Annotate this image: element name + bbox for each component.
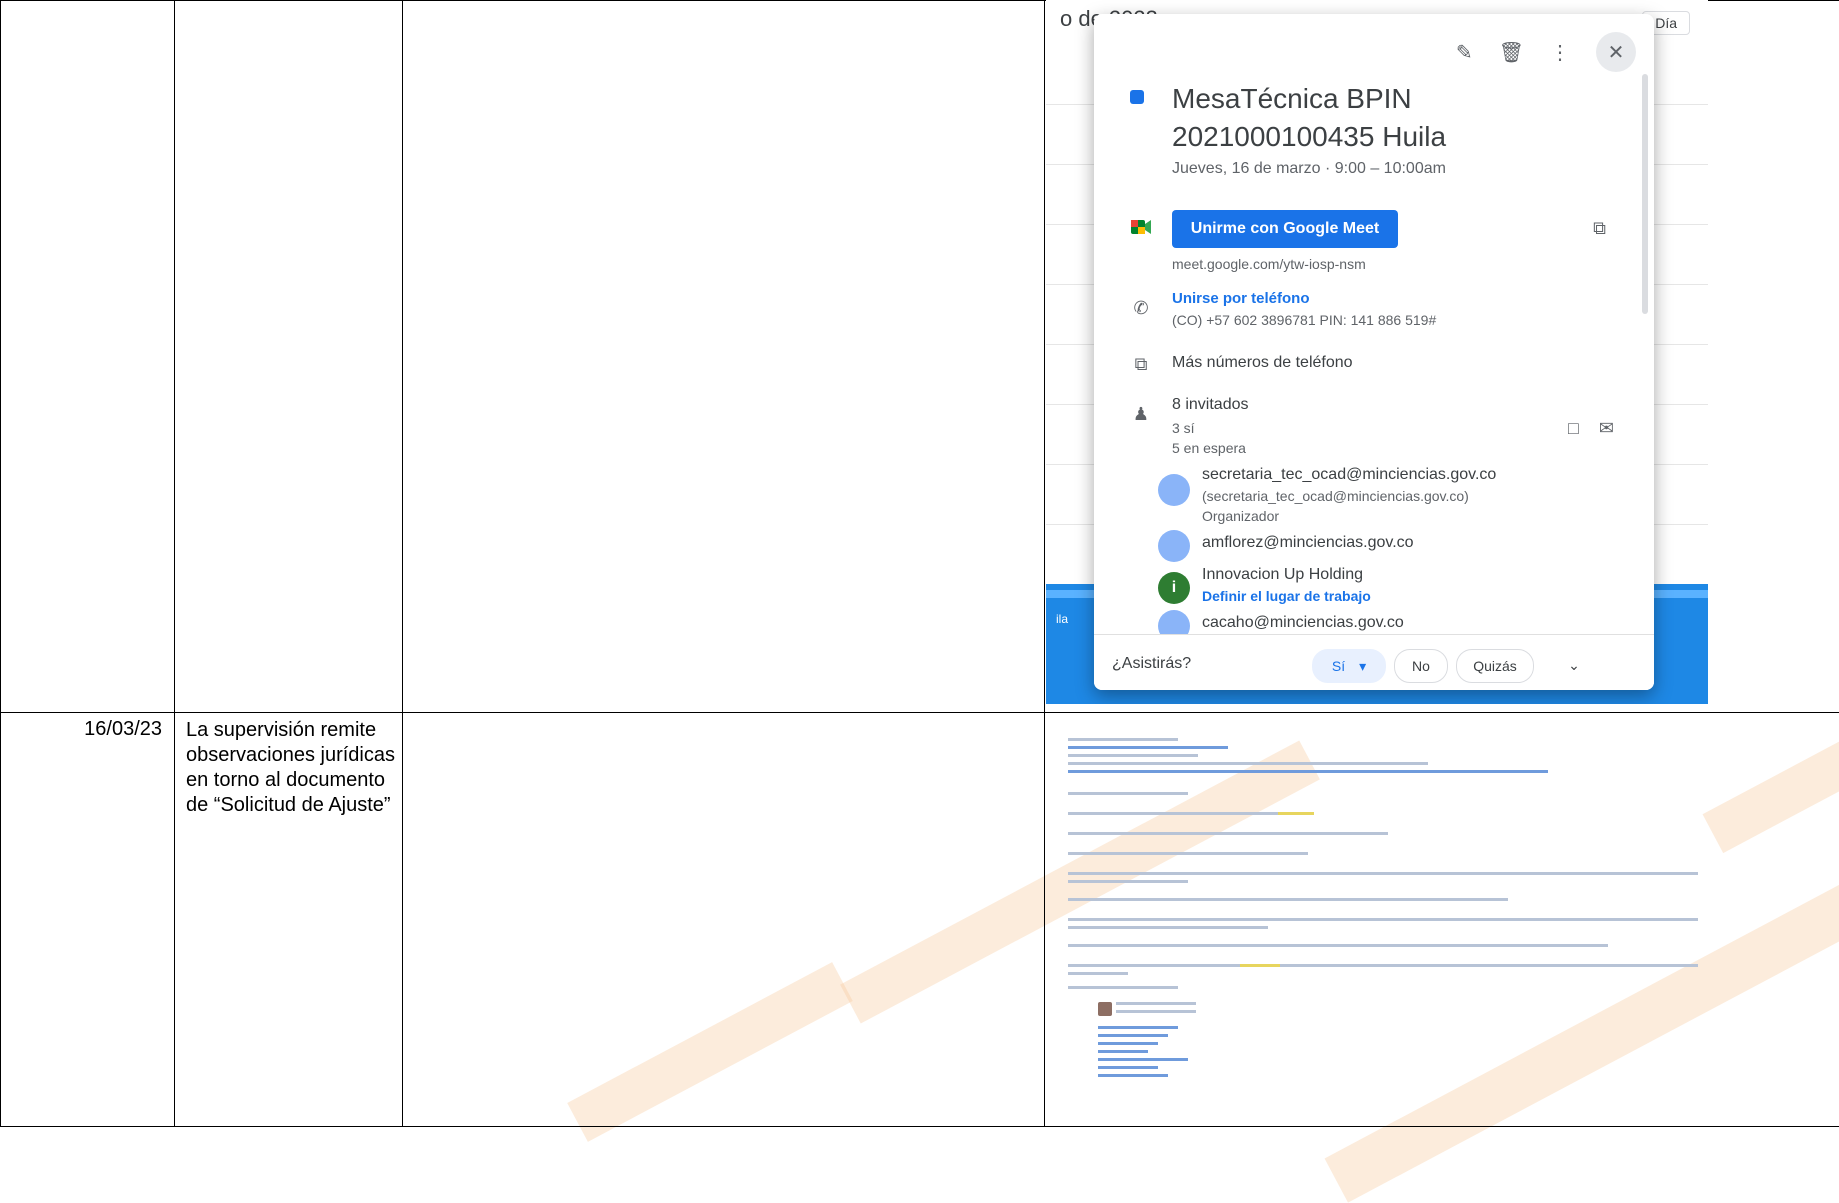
email-text-line — [1098, 1066, 1158, 1069]
email-text-line — [1098, 1034, 1168, 1037]
edit-icon[interactable]: ✎ — [1456, 40, 1473, 65]
rsvp-bar: ¿Asistirás? Sí ▾ No Quizás ⌄ — [1094, 634, 1654, 690]
popup-actions: ✎ 🗑 ⋮ ✕ — [1456, 32, 1636, 72]
ministry-logo-icon — [1098, 1002, 1112, 1016]
rsvp-yes-label: Sí — [1331, 658, 1346, 674]
email-text-line — [1116, 1010, 1196, 1013]
email-text-line — [1068, 964, 1698, 967]
email-text-line — [1068, 926, 1268, 929]
guest-name: amflorez@minciencias.gov.co — [1202, 534, 1414, 551]
email-text-line — [1068, 770, 1548, 773]
email-text-line — [1240, 964, 1280, 967]
guest-email: (secretaria_tec_ocad@minciencias.gov.co) — [1202, 488, 1469, 504]
chat-icon[interactable]: □ — [1568, 418, 1579, 439]
table-cell-description: La supervisión remite observaciones jurí… — [186, 719, 395, 816]
email-text-line — [1068, 738, 1178, 741]
event-title: MesaTécnica BPIN 2021000100435 Huila — [1172, 83, 1447, 152]
email-text-line — [1068, 918, 1698, 921]
email-text-line — [1068, 746, 1228, 749]
copy-icon[interactable]: ⧉ — [1593, 218, 1606, 239]
guest-name: cacaho@minciencias.gov.co — [1202, 614, 1404, 631]
people-icon: ♟ — [1132, 404, 1150, 424]
email-text-line — [1068, 898, 1508, 901]
table-row-divider — [0, 712, 1839, 713]
guest-name: secretaria_tec_ocad@minciencias.gov.co — [1202, 466, 1497, 483]
guest-actions: □ ✉ — [1568, 418, 1614, 439]
avatar — [1158, 474, 1190, 506]
trash-icon[interactable]: 🗑 — [1499, 40, 1524, 65]
event-block-label: ila — [1056, 612, 1069, 626]
email-text-line — [1278, 812, 1314, 815]
more-vert-icon[interactable]: ⋮ — [1550, 40, 1570, 65]
phone-icon: ✆ — [1133, 298, 1149, 318]
table-border-left — [0, 0, 1, 1127]
close-button[interactable]: ✕ — [1596, 32, 1636, 72]
rsvp-question: ¿Asistirás? — [1112, 655, 1192, 672]
event-datetime: Jueves, 16 de marzo · 9:00 – 10:00am — [1172, 160, 1446, 177]
email-text-line — [1068, 852, 1308, 855]
watermark-stripe — [567, 962, 853, 1142]
join-by-phone-link[interactable]: Unirse por teléfono — [1172, 290, 1310, 307]
guests-count: 8 invitados — [1172, 396, 1249, 413]
more-phone-numbers-link[interactable]: Más números de teléfono — [1172, 354, 1353, 372]
email-text-line — [1068, 832, 1388, 835]
chevron-down-icon[interactable]: ▾ — [1359, 658, 1366, 675]
avatar: i — [1158, 572, 1190, 604]
open-external-icon: ⧉ — [1134, 354, 1148, 374]
google-meet-icon — [1128, 218, 1154, 241]
email-text-line — [1116, 1002, 1196, 1005]
email-text-line — [1068, 944, 1608, 947]
avatar — [1158, 530, 1190, 562]
email-text-line — [1068, 972, 1128, 975]
email-text-line — [1098, 1026, 1178, 1029]
email-text-line — [1068, 880, 1188, 883]
email-text-line — [1098, 1058, 1188, 1061]
watermark-stripe — [1702, 710, 1839, 854]
join-meet-button[interactable]: Unirme con Google Meet — [1172, 210, 1398, 248]
event-color-icon — [1130, 90, 1144, 104]
rsvp-yes-button[interactable]: Sí ▾ — [1312, 649, 1386, 683]
table-cell-date: 16/03/23 — [84, 718, 162, 740]
calendar-screenshot: o de 2023 ⚲ ⓘ ⚙ Día ila ✎ 🗑 ⋮ ✕ MesaTécn… — [1046, 0, 1708, 704]
table-border — [1044, 0, 1045, 1127]
rsvp-no-button[interactable]: No — [1394, 649, 1448, 683]
close-icon: ✕ — [1607, 41, 1625, 64]
email-screenshot — [1054, 730, 1714, 1110]
guest-name: Innovacion Up Holding — [1202, 566, 1363, 583]
email-text-line — [1068, 754, 1198, 757]
email-text-line — [1068, 792, 1188, 795]
popup-scrollbar[interactable] — [1642, 74, 1648, 314]
email-text-line — [1068, 872, 1698, 875]
expand-chevron-icon[interactable]: ⌄ — [1556, 649, 1592, 681]
guest-role: Organizador — [1202, 508, 1280, 524]
mail-icon[interactable]: ✉ — [1599, 418, 1614, 439]
email-text-line — [1068, 762, 1428, 765]
set-workplace-link[interactable]: Definir el lugar de trabajo — [1202, 588, 1371, 604]
meet-link[interactable]: meet.google.com/ytw-iosp-nsm — [1172, 256, 1366, 272]
email-text-line — [1098, 1042, 1158, 1045]
email-text-line — [1098, 1074, 1168, 1077]
email-text-line — [1098, 1050, 1148, 1053]
table-border — [174, 0, 175, 1127]
guests-waiting: 5 en espera — [1172, 440, 1246, 456]
guests-yes: 3 sí — [1172, 420, 1195, 436]
phone-number: (CO) +57 602 3896781 PIN: 141 886 519# — [1172, 312, 1437, 328]
rsvp-maybe-button[interactable]: Quizás — [1456, 649, 1534, 683]
event-details-popup: ✎ 🗑 ⋮ ✕ MesaTécnica BPIN 2021000100435 H… — [1094, 14, 1654, 690]
email-text-line — [1068, 986, 1178, 989]
table-border — [402, 0, 403, 1127]
email-text-line — [1068, 812, 1278, 815]
